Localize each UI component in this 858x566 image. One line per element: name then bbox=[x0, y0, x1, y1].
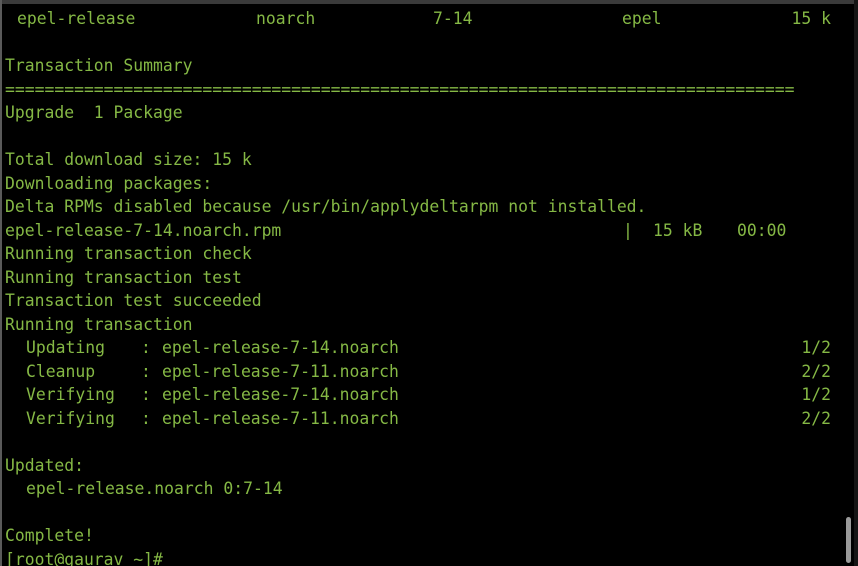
step-package: epel-release-7-11.noarch bbox=[162, 361, 399, 381]
download-file-name: epel-release-7-14.noarch.rpm bbox=[5, 220, 282, 240]
download-progress-row: epel-release-7-14.noarch.rpm | 15 kB 00:… bbox=[5, 219, 850, 243]
package-version: 7-14 bbox=[433, 9, 473, 28]
step-package: epel-release-7-11.noarch bbox=[162, 408, 399, 428]
step-action: Verifying bbox=[26, 385, 115, 404]
package-arch: noarch bbox=[256, 9, 316, 28]
delta-rpm-notice: Delta RPMs disabled because /usr/bin/app… bbox=[5, 197, 647, 216]
step-package: epel-release-7-14.noarch bbox=[162, 385, 399, 404]
window-left-border bbox=[0, 0, 2, 566]
terminal-output: epel-release noarch 7-14 epel 15 k Trans… bbox=[5, 7, 850, 566]
step-colon: : bbox=[141, 385, 151, 404]
updated-label: Updated: bbox=[5, 455, 84, 475]
step-action: Updating bbox=[26, 338, 105, 357]
summary-separator: ========================================… bbox=[5, 79, 795, 99]
transaction-step: Verifying : epel-release-7-14.noarch 1/2 bbox=[5, 383, 850, 407]
package-size: 15 k bbox=[791, 9, 831, 28]
step-progress: 1/2 bbox=[801, 338, 831, 357]
transaction-step: Verifying : epel-release-7-11.noarch 2/2 bbox=[5, 407, 850, 431]
terminal-window[interactable]: epel-release noarch 7-14 epel 15 k Trans… bbox=[0, 0, 858, 566]
scrollbar-track[interactable] bbox=[854, 0, 858, 566]
summary-title: Transaction Summary bbox=[5, 56, 193, 75]
step-progress: 1/2 bbox=[801, 385, 831, 404]
package-repo: epel bbox=[622, 9, 662, 28]
step-colon: : bbox=[141, 361, 151, 381]
complete-message: Complete! bbox=[5, 526, 94, 545]
updated-package: epel-release.noarch 0:7-14 bbox=[5, 477, 850, 501]
step-action: Verifying bbox=[26, 408, 115, 428]
transaction-test: Running transaction test bbox=[5, 267, 242, 287]
step-action: Cleanup bbox=[26, 361, 96, 381]
step-colon: : bbox=[141, 338, 151, 357]
summary-upgrade: Upgrade 1 Package bbox=[5, 103, 183, 122]
package-name: epel-release bbox=[17, 9, 136, 28]
step-package: epel-release-7-14.noarch bbox=[162, 338, 399, 357]
transaction-test-ok: Transaction test succeeded bbox=[5, 291, 262, 310]
step-progress: 2/2 bbox=[801, 408, 831, 428]
shell-prompt[interactable]: [root@gaurav ~]# bbox=[5, 548, 850, 566]
step-progress: 2/2 bbox=[801, 361, 831, 381]
transaction-running: Running transaction bbox=[5, 314, 193, 334]
window-top-border bbox=[0, 0, 858, 4]
transaction-step: Cleanup : epel-release-7-11.noarch 2/2 bbox=[5, 360, 850, 384]
transaction-check: Running transaction check bbox=[5, 244, 252, 263]
download-file-size: 15 kB bbox=[653, 220, 703, 240]
updated-package-name: epel-release.noarch 0:7-14 bbox=[26, 479, 283, 498]
step-colon: : bbox=[141, 408, 151, 428]
total-download-size: Total download size: 15 k bbox=[5, 150, 252, 169]
transaction-step: Updating : epel-release-7-14.noarch 1/2 bbox=[5, 336, 850, 360]
download-file-time: 00:00 bbox=[737, 220, 787, 240]
package-row: epel-release noarch 7-14 epel 15 k bbox=[5, 7, 850, 31]
downloading-packages: Downloading packages: bbox=[5, 173, 213, 193]
download-bar-separator: | bbox=[623, 220, 633, 240]
